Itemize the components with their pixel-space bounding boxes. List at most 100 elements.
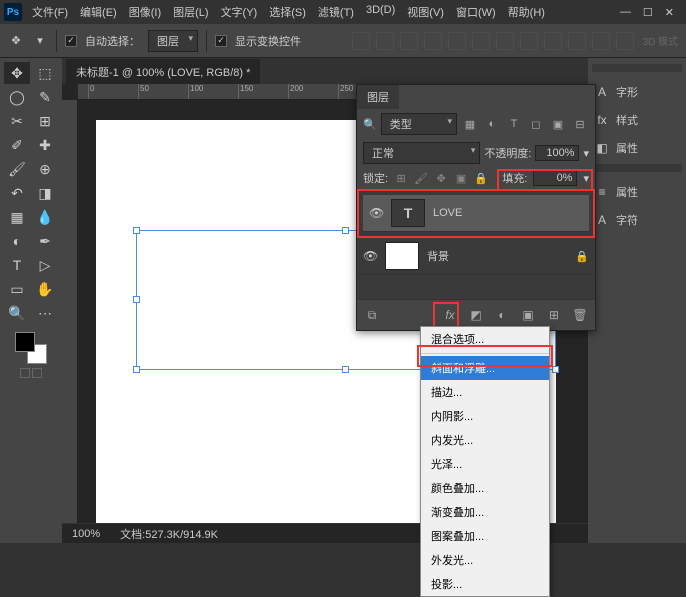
- lasso-tool[interactable]: ◯: [4, 86, 30, 108]
- layer-thumbnail[interactable]: [385, 242, 419, 270]
- panel-properties[interactable]: ◧属性: [592, 136, 682, 160]
- group-icon[interactable]: ▣: [519, 306, 537, 324]
- maximize-icon[interactable]: ☐: [643, 6, 653, 19]
- lock-all-icon[interactable]: 🔒: [474, 171, 488, 185]
- auto-select-checkbox[interactable]: ✓: [65, 35, 77, 47]
- move-tool[interactable]: ✥: [4, 62, 30, 84]
- visibility-icon[interactable]: 👁: [363, 249, 377, 263]
- align-icon[interactable]: [544, 32, 562, 50]
- transform-handle[interactable]: [133, 227, 140, 234]
- fx-menu-item[interactable]: 内阴影...: [421, 404, 549, 428]
- fx-menu-item[interactable]: 图案叠加...: [421, 524, 549, 548]
- lock-transparency-icon[interactable]: ⊞: [394, 171, 408, 185]
- lock-position-icon[interactable]: ✥: [434, 171, 448, 185]
- fx-menu-item[interactable]: 光泽...: [421, 452, 549, 476]
- menu-type[interactable]: 文字(Y): [217, 1, 262, 23]
- menu-filter[interactable]: 滤镜(T): [314, 1, 358, 23]
- lock-artboard-icon[interactable]: ▣: [454, 171, 468, 185]
- opacity-dropdown-icon[interactable]: ▾: [583, 147, 589, 160]
- filter-pixel-icon[interactable]: ▦: [461, 115, 479, 133]
- layer-row[interactable]: 👁 T LOVE: [363, 195, 589, 232]
- foreground-color[interactable]: [15, 332, 35, 352]
- pen-tool[interactable]: ✒: [32, 230, 58, 252]
- transform-handle[interactable]: [342, 366, 349, 373]
- marquee-tool[interactable]: ⬚: [32, 62, 58, 84]
- auto-select-target[interactable]: 图层: [148, 30, 198, 52]
- fx-menu-item[interactable]: 描边...: [421, 380, 549, 404]
- filter-shape-icon[interactable]: ◻: [527, 115, 545, 133]
- brush-tool[interactable]: 🖌: [4, 158, 30, 180]
- zoom-tool[interactable]: 🔍: [4, 302, 30, 324]
- screen-mode-icon[interactable]: [32, 368, 42, 378]
- fx-menu-item[interactable]: 颜色叠加...: [421, 476, 549, 500]
- eyedropper-tool[interactable]: ✐: [4, 134, 30, 156]
- panel-glyphs[interactable]: A字形: [592, 80, 682, 104]
- link-layers-icon[interactable]: ⧉: [363, 306, 381, 324]
- panel-character[interactable]: A字符: [592, 208, 682, 232]
- align-icon[interactable]: [496, 32, 514, 50]
- filter-type-dropdown[interactable]: 类型: [381, 113, 457, 135]
- layer-name[interactable]: LOVE: [433, 207, 462, 219]
- heal-tool[interactable]: ✚: [32, 134, 58, 156]
- layers-tab[interactable]: 图层: [357, 85, 399, 109]
- blend-mode-dropdown[interactable]: 正常: [363, 142, 480, 164]
- menu-help[interactable]: 帮助(H): [504, 1, 549, 23]
- align-icon[interactable]: [520, 32, 538, 50]
- show-transform-checkbox[interactable]: ✓: [215, 35, 227, 47]
- document-tab[interactable]: 未标题-1 @ 100% (LOVE, RGB/8) *: [66, 58, 260, 85]
- filter-smart-icon[interactable]: ▣: [549, 115, 567, 133]
- fill-field[interactable]: 0%: [533, 170, 577, 186]
- filter-toggle-icon[interactable]: ⊟: [571, 115, 589, 133]
- edit-toolbar[interactable]: ⋯: [32, 302, 58, 324]
- menu-layer[interactable]: 图层(L): [169, 1, 212, 23]
- crop-tool[interactable]: ✂: [4, 110, 30, 132]
- color-swatch[interactable]: [15, 332, 47, 364]
- layer-name[interactable]: 背景: [427, 248, 449, 264]
- align-icon[interactable]: [472, 32, 490, 50]
- quick-mask-icon[interactable]: [20, 368, 30, 378]
- lock-pixels-icon[interactable]: 🖌: [414, 171, 428, 185]
- align-icon[interactable]: [568, 32, 586, 50]
- transform-handle[interactable]: [342, 227, 349, 234]
- visibility-icon[interactable]: 👁: [369, 206, 383, 220]
- close-icon[interactable]: ✕: [665, 6, 674, 19]
- align-icon[interactable]: [400, 32, 418, 50]
- align-icon[interactable]: [424, 32, 442, 50]
- fx-menu-item[interactable]: 渐变叠加...: [421, 500, 549, 524]
- filter-type-icon[interactable]: T: [505, 115, 523, 133]
- path-select-tool[interactable]: ▷: [32, 254, 58, 276]
- menu-select[interactable]: 选择(S): [265, 1, 310, 23]
- menu-window[interactable]: 窗口(W): [452, 1, 500, 23]
- frame-tool[interactable]: ⊞: [32, 110, 58, 132]
- filter-adjustment-icon[interactable]: ◐: [483, 115, 501, 133]
- fx-menu-item[interactable]: 混合选项...: [421, 327, 549, 351]
- filter-icon[interactable]: 🔍: [363, 118, 377, 131]
- opacity-field[interactable]: 100%: [535, 145, 579, 161]
- menu-edit[interactable]: 编辑(E): [76, 1, 121, 23]
- transform-handle[interactable]: [133, 366, 140, 373]
- eraser-tool[interactable]: ◨: [32, 182, 58, 204]
- adjustment-layer-icon[interactable]: ◐: [493, 306, 511, 324]
- delete-layer-icon[interactable]: 🗑: [571, 306, 589, 324]
- type-tool[interactable]: T: [4, 254, 30, 276]
- menu-3d[interactable]: 3D(D): [362, 1, 399, 23]
- align-icon[interactable]: [592, 32, 610, 50]
- transform-handle[interactable]: [133, 296, 140, 303]
- minimize-icon[interactable]: —: [620, 6, 631, 19]
- align-icon[interactable]: [448, 32, 466, 50]
- panel-properties-2[interactable]: ≡属性: [592, 180, 682, 204]
- menu-view[interactable]: 视图(V): [403, 1, 448, 23]
- panel-styles[interactable]: fx样式: [592, 108, 682, 132]
- fx-menu-item[interactable]: 内发光...: [421, 428, 549, 452]
- stamp-tool[interactable]: ⊕: [32, 158, 58, 180]
- dodge-tool[interactable]: ◐: [4, 230, 30, 252]
- layer-thumbnail[interactable]: T: [391, 199, 425, 227]
- align-icon[interactable]: [616, 32, 634, 50]
- shape-tool[interactable]: ▭: [4, 278, 30, 300]
- gradient-tool[interactable]: ▦: [4, 206, 30, 228]
- new-layer-icon[interactable]: ⊞: [545, 306, 563, 324]
- fx-menu-item[interactable]: 外发光...: [421, 548, 549, 572]
- layer-row[interactable]: 👁 背景 🔒: [357, 238, 595, 275]
- menu-file[interactable]: 文件(F): [28, 1, 72, 23]
- blur-tool[interactable]: 💧: [32, 206, 58, 228]
